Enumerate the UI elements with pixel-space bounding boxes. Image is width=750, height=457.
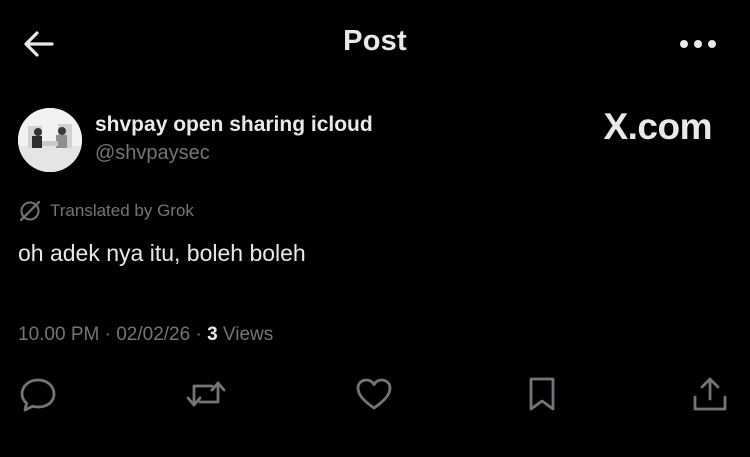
bookmark-icon <box>529 377 555 411</box>
more-horizontal-icon <box>680 40 716 48</box>
post-text: oh adek nya itu, boleh boleh <box>18 240 306 266</box>
translation-notice[interactable]: Translated by Grok <box>18 199 194 223</box>
post-meta: 10.00 PM · 02/02/26 · 3 Views <box>18 324 273 346</box>
reply-icon <box>20 378 56 412</box>
share-icon <box>693 377 727 411</box>
profile-photo <box>18 108 82 172</box>
like-button[interactable] <box>352 372 396 416</box>
repost-icon <box>186 381 226 407</box>
post-timestamp[interactable]: 10.00 PM · 02/02/26 · <box>18 324 207 345</box>
x-com-watermark: X.com <box>603 106 712 147</box>
more-options-button[interactable] <box>676 28 720 60</box>
top-bar: Post <box>0 0 750 88</box>
heart-icon <box>356 378 392 410</box>
avatar[interactable] <box>18 108 82 172</box>
translation-label: Translated by Grok <box>50 201 194 220</box>
views-count: 3 <box>207 324 218 345</box>
author-name[interactable]: shvpay open sharing icloud <box>95 113 373 137</box>
reply-button[interactable] <box>16 372 60 416</box>
repost-button[interactable] <box>184 372 228 416</box>
author-handle[interactable]: @shvpaysec <box>95 142 210 165</box>
bookmark-button[interactable] <box>520 372 564 416</box>
share-button[interactable] <box>688 372 732 416</box>
views-label: Views <box>217 324 274 345</box>
grok-icon <box>19 200 41 222</box>
page-title: Post <box>343 25 407 57</box>
